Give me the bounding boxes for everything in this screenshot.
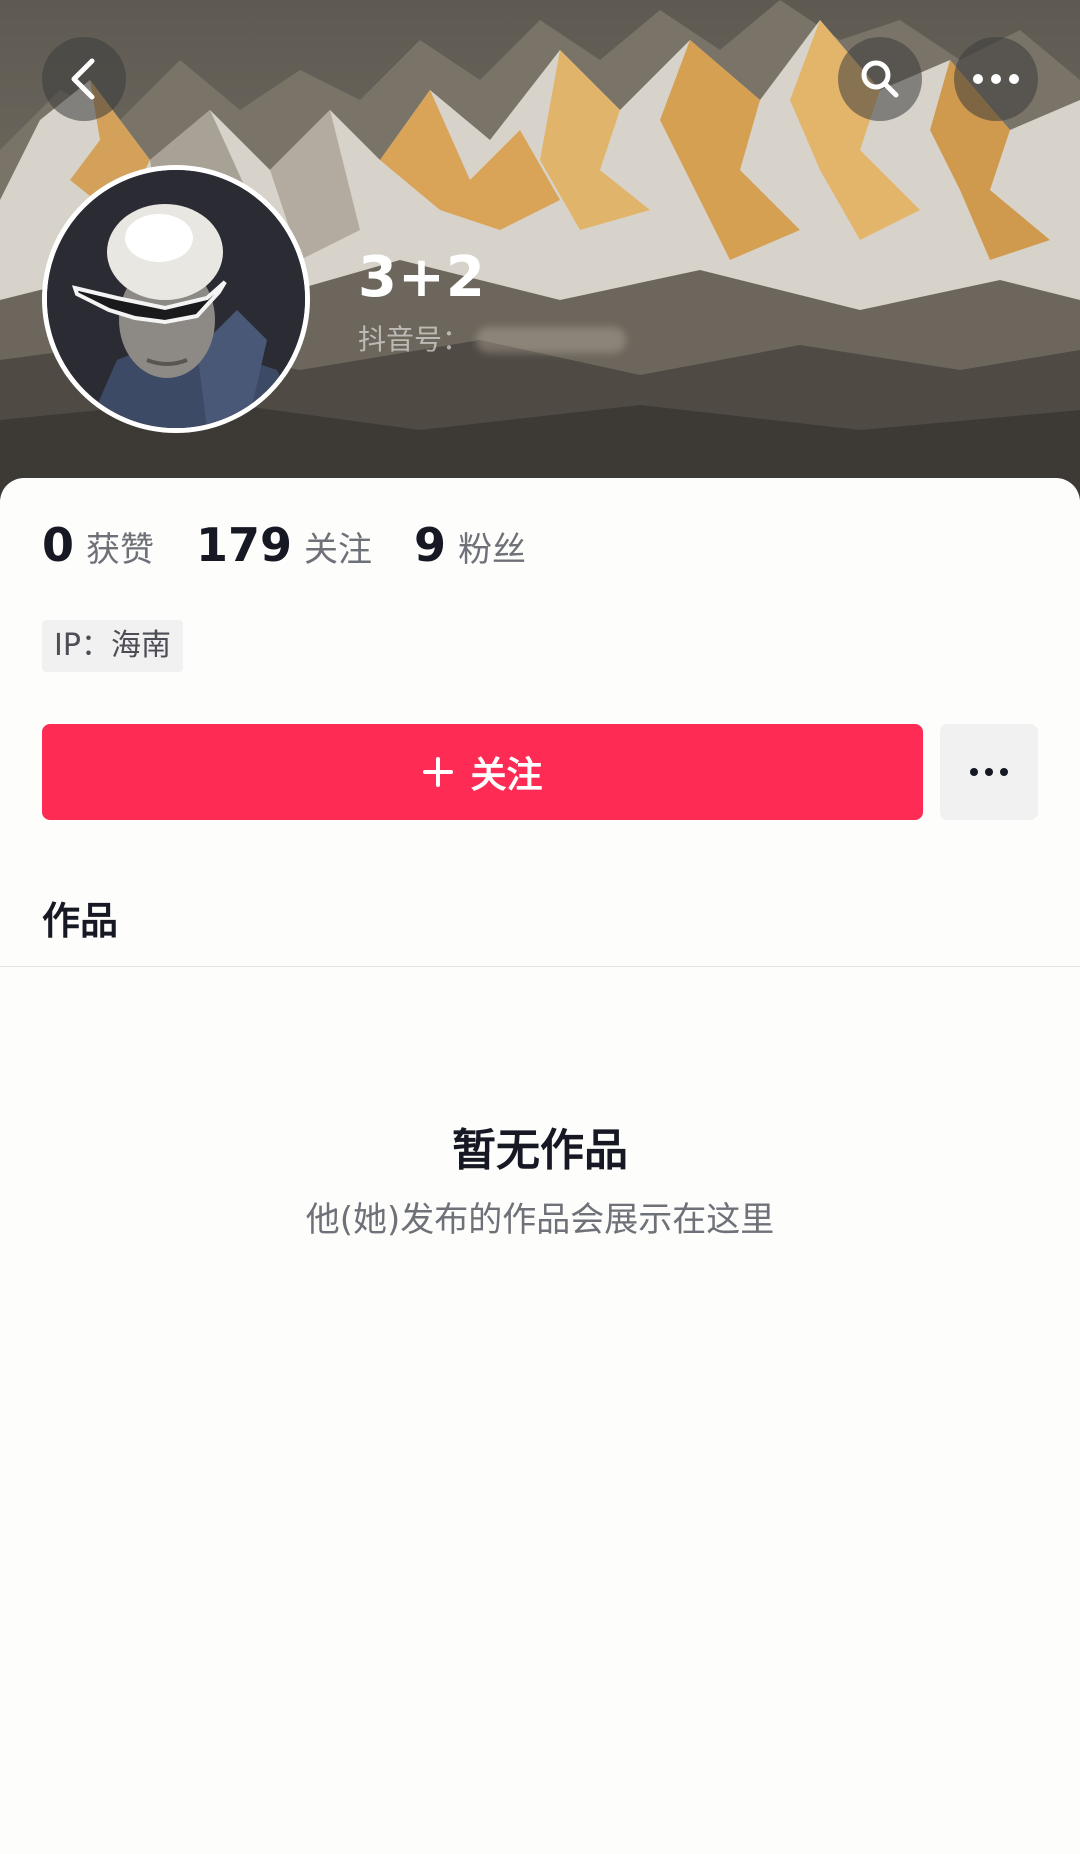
ellipsis-icon <box>973 74 1019 84</box>
stat-likes[interactable]: 0 获赞 <box>42 518 154 572</box>
stat-followers-label: 粉丝 <box>458 530 527 570</box>
empty-state-title: 暂无作品 <box>452 1125 628 1176</box>
stat-likes-value: 0 <box>42 518 75 572</box>
more-options-button[interactable] <box>954 37 1038 121</box>
tab-works[interactable]: 作品 <box>42 890 118 945</box>
avatar-image <box>47 170 305 428</box>
follow-button-label: 关注 <box>470 755 543 796</box>
stats-row: 0 获赞 179 关注 9 粉丝 <box>42 518 568 572</box>
nickname: 3+2 <box>358 245 486 310</box>
profile-card: 0 获赞 179 关注 9 粉丝 IP：海南 关注 作品 暂无作品 他(她)发布… <box>0 478 1080 1854</box>
follow-button[interactable]: 关注 <box>42 724 923 820</box>
empty-state-subtitle: 他(她)发布的作品会展示在这里 <box>305 1200 775 1240</box>
tab-divider <box>0 966 1080 967</box>
stat-followers[interactable]: 9 粉丝 <box>414 518 526 572</box>
stat-followers-value: 9 <box>414 518 447 572</box>
douyin-id-blurred-value <box>476 327 627 353</box>
stat-following[interactable]: 179 关注 <box>196 518 372 572</box>
stat-likes-label: 获赞 <box>86 530 155 570</box>
plus-icon <box>422 756 454 788</box>
stat-following-value: 179 <box>196 518 293 572</box>
follow-more-button[interactable] <box>940 724 1038 820</box>
stat-following-label: 关注 <box>304 530 373 570</box>
douyin-id-label: 抖音号： <box>358 323 471 356</box>
search-icon <box>861 60 899 98</box>
avatar[interactable] <box>42 165 310 433</box>
douyin-id: 抖音号： <box>358 322 627 358</box>
search-button[interactable] <box>838 37 922 121</box>
ellipsis-icon <box>970 768 1008 776</box>
chevron-left-icon <box>71 58 95 100</box>
ip-location-tag: IP：海南 <box>42 620 183 672</box>
back-button[interactable] <box>42 37 126 121</box>
